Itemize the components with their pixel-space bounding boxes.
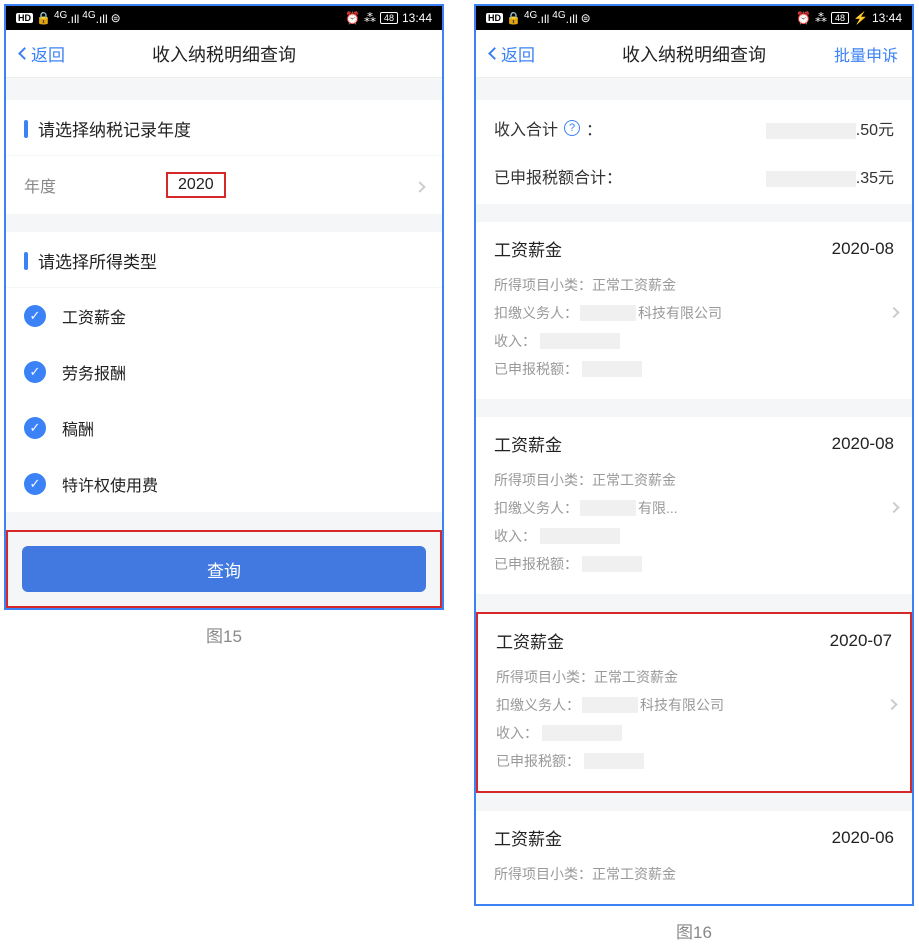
record-subtype: 所得项目小类：正常工资薪金 xyxy=(494,271,894,299)
record-date: 2020-08 xyxy=(832,239,894,259)
record-title: 工资薪金 xyxy=(494,431,562,456)
record-income: 收入： xyxy=(494,522,894,550)
record-item[interactable]: 工资薪金 2020-08 所得项目小类：正常工资薪金 扣缴义务人：有限... 收… xyxy=(476,417,912,594)
signal-4g-icon: 4G.ıll xyxy=(54,10,79,26)
page-title: 收入纳税明细查询 xyxy=(152,41,296,67)
section-type-header: 请选择所得类型 xyxy=(6,232,442,287)
wifi-icon: ⊜ xyxy=(111,11,121,25)
back-label: 返回 xyxy=(31,41,65,66)
year-label: 年度 xyxy=(24,173,56,197)
record-agent: 扣缴义务人：科技有限公司 xyxy=(494,299,894,327)
type-item-royalty[interactable]: ✓ 稿酬 xyxy=(6,400,442,456)
record-agent: 扣缴义务人：科技有限公司 xyxy=(496,691,892,719)
figure-caption-16: 图16 xyxy=(676,918,712,943)
record-tax: 已申报税额： xyxy=(496,747,892,775)
record-tax: 已申报税额： xyxy=(494,550,894,578)
chevron-left-icon xyxy=(488,47,501,60)
income-type-list: ✓ 工资薪金 ✓ 劳务报酬 ✓ 稿酬 ✓ 特许权使用费 xyxy=(6,288,442,512)
record-item[interactable]: 工资薪金 2020-07 所得项目小类：正常工资薪金 扣缴义务人：科技有限公司 … xyxy=(476,612,912,793)
record-tax: 已申报税额： xyxy=(494,355,894,383)
income-total-value: .50元 xyxy=(766,116,894,140)
nav-bar: 返回 收入纳税明细查询 批量申诉 xyxy=(476,30,912,78)
income-total-row: 收入合计 ? ： .50元 xyxy=(476,104,912,152)
status-bar: HD 🔒 4G.ıll 4G.ıll ⊜ ⏰ ⁂ 48 13:44 xyxy=(6,6,442,30)
figure-caption-15: 图15 xyxy=(206,622,242,647)
chevron-left-icon xyxy=(18,47,31,60)
batch-appeal-button[interactable]: 批量申诉 xyxy=(834,42,898,66)
chevron-right-icon xyxy=(888,692,896,713)
record-title: 工资薪金 xyxy=(494,236,562,261)
record-agent: 扣缴义务人：有限... xyxy=(494,494,894,522)
record-date: 2020-08 xyxy=(832,434,894,454)
record-date: 2020-06 xyxy=(832,828,894,848)
type-label: 劳务报酬 xyxy=(62,360,126,384)
record-date: 2020-07 xyxy=(830,631,892,651)
check-icon: ✓ xyxy=(24,305,46,327)
query-button-wrapper: 查询 xyxy=(6,530,442,608)
chevron-right-icon xyxy=(416,175,424,196)
chevron-right-icon xyxy=(890,300,898,321)
signal-4g-icon-2: 4G.ıll xyxy=(552,10,577,26)
bluetooth-icon: ⁂ xyxy=(364,11,376,25)
record-item[interactable]: 工资薪金 2020-08 所得项目小类：正常工资薪金 扣缴义务人：科技有限公司 … xyxy=(476,222,912,399)
check-icon: ✓ xyxy=(24,473,46,495)
back-button[interactable]: 返回 xyxy=(490,41,535,66)
battery-icon: 48 xyxy=(380,12,398,24)
battery-icon: 48 xyxy=(831,12,849,24)
section-year-header: 请选择纳税记录年度 xyxy=(6,100,442,155)
record-subtype: 所得项目小类：正常工资薪金 xyxy=(494,466,894,494)
status-time: 13:44 xyxy=(402,11,432,25)
lock-icon: 🔒 xyxy=(36,11,51,25)
type-label: 工资薪金 xyxy=(62,304,126,328)
redacted-value xyxy=(766,171,856,187)
tax-total-label: 已申报税额合计： xyxy=(494,164,622,188)
phone-left: HD 🔒 4G.ıll 4G.ıll ⊜ ⏰ ⁂ 48 13:44 返回 收入纳… xyxy=(4,4,444,610)
page-title: 收入纳税明细查询 xyxy=(622,41,766,67)
wifi-icon: ⊜ xyxy=(581,11,591,25)
chevron-right-icon xyxy=(890,495,898,516)
summary-block: 收入合计 ? ： .50元 已申报税额合计： .35元 xyxy=(476,100,912,204)
hd-icon: HD xyxy=(16,13,33,23)
record-list: 工资薪金 2020-08 所得项目小类：正常工资薪金 扣缴义务人：科技有限公司 … xyxy=(476,204,912,904)
back-label: 返回 xyxy=(501,41,535,66)
record-title: 工资薪金 xyxy=(496,628,564,653)
redacted-value xyxy=(766,123,856,139)
hd-icon: HD xyxy=(486,13,503,23)
year-value: 2020 xyxy=(166,172,226,198)
record-income: 收入： xyxy=(494,327,894,355)
bluetooth-icon: ⁂ xyxy=(815,11,827,25)
type-label: 特许权使用费 xyxy=(62,472,158,496)
back-button[interactable]: 返回 xyxy=(20,41,65,66)
tax-total-value: .35元 xyxy=(766,164,894,188)
status-bar: HD 🔒 4G.ıll 4G.ıll ⊜ ⏰ ⁂ 48 ⚡ 13:44 xyxy=(476,6,912,30)
type-item-license[interactable]: ✓ 特许权使用费 xyxy=(6,456,442,512)
income-total-label: 收入合计 xyxy=(494,116,558,140)
year-selector[interactable]: 年度 2020 xyxy=(6,156,442,214)
record-subtype: 所得项目小类：正常工资薪金 xyxy=(494,860,894,888)
record-subtype: 所得项目小类：正常工资薪金 xyxy=(496,663,892,691)
lock-icon: 🔒 xyxy=(506,11,521,25)
record-title: 工资薪金 xyxy=(494,825,562,850)
type-item-service[interactable]: ✓ 劳务报酬 xyxy=(6,344,442,400)
tax-total-row: 已申报税额合计： .35元 xyxy=(476,152,912,200)
record-item[interactable]: 工资薪金 2020-06 所得项目小类：正常工资薪金 xyxy=(476,811,912,904)
help-icon[interactable]: ? xyxy=(564,120,580,136)
record-income: 收入： xyxy=(496,719,892,747)
charging-icon: ⚡ xyxy=(853,11,868,25)
type-label: 稿酬 xyxy=(62,416,94,440)
alarm-icon: ⏰ xyxy=(345,11,360,25)
nav-bar: 返回 收入纳税明细查询 xyxy=(6,30,442,78)
phone-right: HD 🔒 4G.ıll 4G.ıll ⊜ ⏰ ⁂ 48 ⚡ 13:44 返回 收… xyxy=(474,4,914,906)
signal-4g-icon-2: 4G.ıll xyxy=(82,10,107,26)
alarm-icon: ⏰ xyxy=(796,11,811,25)
query-button[interactable]: 查询 xyxy=(22,546,426,592)
check-icon: ✓ xyxy=(24,417,46,439)
status-time: 13:44 xyxy=(872,11,902,25)
signal-4g-icon: 4G.ıll xyxy=(524,10,549,26)
type-item-salary[interactable]: ✓ 工资薪金 xyxy=(6,288,442,344)
check-icon: ✓ xyxy=(24,361,46,383)
